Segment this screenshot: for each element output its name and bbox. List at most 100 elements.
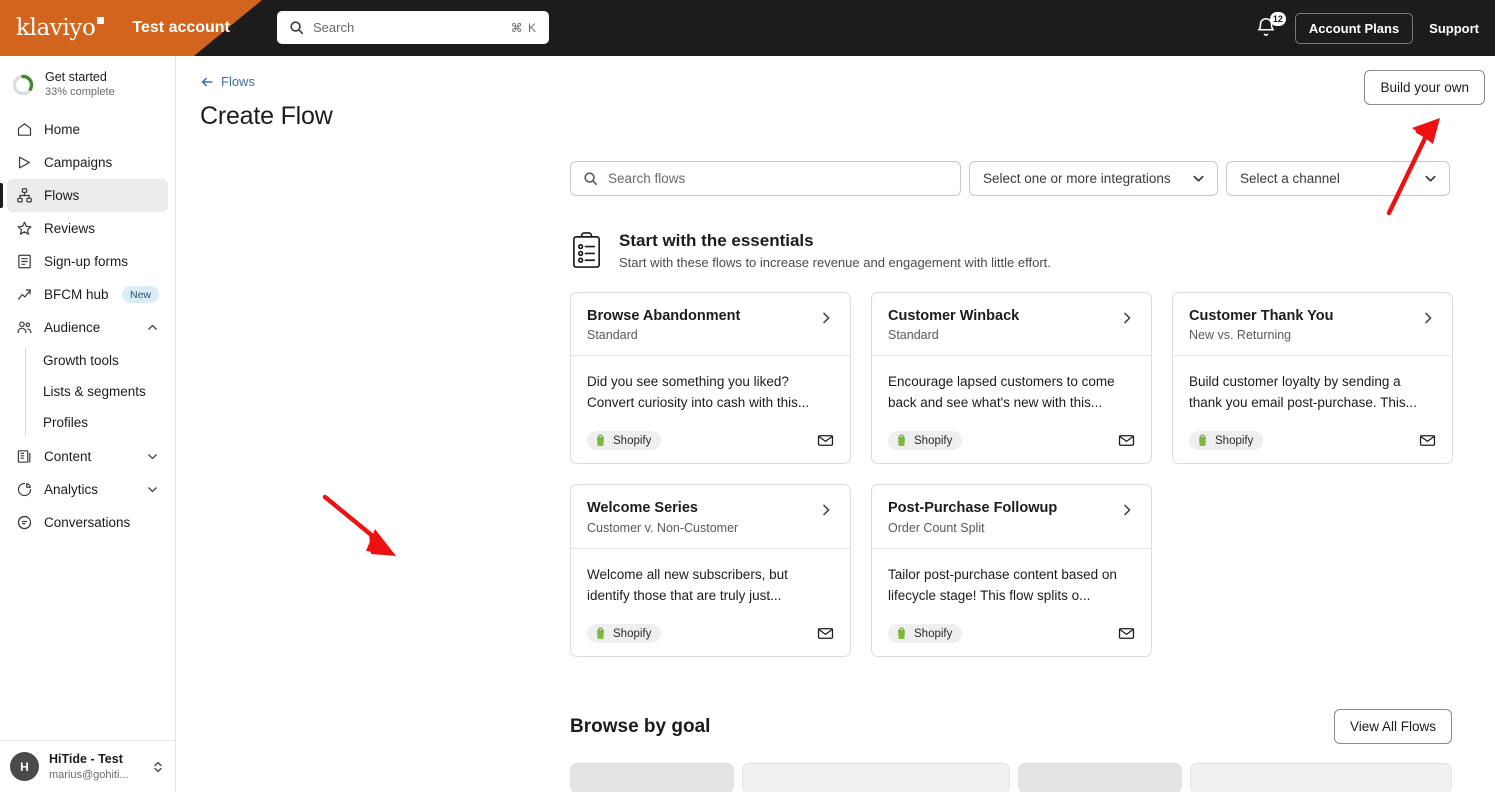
sidebar-item-label: Home — [44, 122, 81, 138]
sidebar-item-label: Flows — [44, 188, 80, 204]
sidebar-item-label: Reviews — [44, 221, 96, 237]
flow-template-card[interactable]: Browse Abandonment Standard Did you see … — [570, 291, 851, 465]
sidebar-item-lists-segments[interactable]: Lists & segments — [32, 376, 168, 407]
integration-badge: Shopify — [1189, 431, 1264, 451]
card-subtitle: New vs. Returning — [1189, 327, 1292, 342]
flow-template-card[interactable]: Customer Thank You New vs. Returning Bui… — [1172, 291, 1453, 465]
subnav-item-label: Profiles — [43, 415, 89, 431]
flow-template-card[interactable]: Post-Purchase Followup Order Count Split… — [871, 484, 1152, 658]
card-subtitle: Standard — [587, 327, 638, 342]
integrations-select[interactable]: Select one or more integrations — [969, 160, 1218, 196]
chevron-right-icon[interactable] — [818, 502, 834, 518]
sidebar-item-bfcm-hub[interactable]: BFCM hub New — [7, 278, 168, 311]
content-icon — [16, 448, 33, 465]
envelope-icon — [1118, 435, 1135, 447]
shopify-bag-icon — [897, 627, 906, 640]
card-description: Encourage lapsed customers to come back … — [888, 373, 1115, 410]
notifications-button[interactable]: 12 — [1255, 12, 1286, 40]
essentials-section-header: Start with the essentials Start with the… — [570, 231, 1452, 270]
card-header: Post-Purchase Followup Order Count Split — [872, 485, 1151, 549]
avatar: H — [10, 752, 39, 782]
view-all-flows-button[interactable]: View All Flows — [1333, 709, 1452, 745]
card-description: Build customer loyalty by sending a than… — [1189, 373, 1417, 410]
card-body: Tailor post-purchase content based on li… — [872, 549, 1151, 657]
klaviyo-logo[interactable]: klaviyo — [16, 15, 105, 41]
integration-badge: Shopify — [888, 431, 963, 451]
card-subtitle: Standard — [888, 327, 939, 342]
build-your-own-button[interactable]: Build your own — [1364, 70, 1485, 105]
subnav-item-label: Growth tools — [43, 353, 119, 369]
envelope-icon — [1419, 435, 1436, 447]
integration-name: Shopify — [914, 434, 953, 447]
sidebar-item-reviews[interactable]: Reviews — [7, 212, 168, 245]
sidebar-item-label: Analytics — [44, 482, 99, 498]
page-header: Flows Create Flow Build your own — [176, 56, 1495, 131]
chevron-up-icon — [148, 325, 157, 331]
breadcrumb-back-to-flows[interactable]: Flows — [200, 74, 255, 89]
support-link[interactable]: Support — [1429, 21, 1479, 36]
sidebar-item-campaigns[interactable]: Campaigns — [7, 146, 168, 179]
card-footer: Shopify — [587, 431, 834, 451]
card-footer: Shopify — [587, 624, 834, 644]
integration-name: Shopify — [914, 627, 953, 640]
sidebar-item-home[interactable]: Home — [7, 113, 168, 146]
card-body: Build customer loyalty by sending a than… — [1173, 356, 1452, 464]
breadcrumb-label: Flows — [221, 74, 255, 89]
get-started-progress-label: 33% complete — [45, 85, 115, 98]
sidebar-item-analytics[interactable]: Analytics — [7, 473, 168, 506]
account-name-label: Test account — [132, 19, 230, 36]
card-description: Welcome all new subscribers, but identif… — [587, 566, 788, 603]
browse-by-goal-title: Browse by goal — [570, 715, 711, 737]
sidebar-nav-list: Home Campaigns Flows Reviews Sign-up for… — [0, 111, 175, 539]
card-description: Did you see something you liked? Convert… — [587, 373, 810, 410]
shopify-bag-icon — [1198, 434, 1207, 447]
chevron-down-icon — [148, 454, 157, 460]
integrations-select-label: Select one or more integrations — [983, 170, 1171, 186]
chevron-right-icon[interactable] — [1420, 310, 1436, 326]
envelope-icon — [817, 435, 834, 447]
sidebar-item-signup-forms[interactable]: Sign-up forms — [7, 245, 168, 278]
get-started-widget[interactable]: Get started 33% complete — [0, 56, 175, 111]
card-title: Customer Thank You — [1189, 307, 1334, 324]
sidebar-item-conversations[interactable]: Conversations — [7, 506, 168, 539]
sidebar-item-flows[interactable]: Flows — [0, 179, 168, 213]
sidebar-item-audience[interactable]: Audience — [7, 311, 168, 344]
envelope-icon — [1118, 628, 1135, 640]
search-icon — [290, 21, 304, 35]
search-flows-input[interactable]: Search flows — [570, 160, 961, 196]
klaviyo-square-mark-icon — [97, 17, 105, 24]
card-header: Customer Thank You New vs. Returning — [1173, 293, 1452, 356]
user-name-label: HiTide - Test — [49, 752, 123, 767]
form-icon — [16, 253, 33, 270]
chevron-right-icon[interactable] — [818, 310, 834, 326]
main-content-area: Flows Create Flow Build your own Search … — [176, 56, 1495, 792]
flows-icon — [16, 187, 33, 204]
card-footer: Shopify — [888, 431, 1135, 451]
audience-subnav: Growth tools Lists & segments Profiles — [7, 345, 168, 438]
sidebar-item-profiles[interactable]: Profiles — [32, 407, 168, 438]
flow-template-card[interactable]: Customer Winback Standard Encourage laps… — [871, 291, 1152, 465]
goal-card[interactable] — [570, 763, 734, 792]
goal-card[interactable] — [1018, 763, 1182, 792]
flow-template-card[interactable]: Welcome Series Customer v. Non-Customer … — [570, 484, 851, 658]
progress-ring-icon — [12, 74, 34, 95]
global-search-input[interactable]: Search ⌘ K — [277, 11, 549, 44]
goal-card[interactable] — [1190, 763, 1452, 792]
subnav-item-label: Lists & segments — [43, 384, 146, 400]
pie-chart-icon — [16, 481, 33, 498]
chevron-down-icon — [1193, 175, 1204, 182]
account-plans-button[interactable]: Account Plans — [1294, 12, 1414, 44]
account-switcher[interactable]: H HiTide - Test marius@gohiti... — [0, 740, 175, 792]
card-footer: Shopify — [888, 624, 1135, 644]
chevron-right-icon[interactable] — [1119, 502, 1135, 518]
card-title: Browse Abandonment — [587, 307, 741, 324]
chevron-right-icon[interactable] — [1119, 310, 1135, 326]
top-navigation-bar: klaviyo Test account Search ⌘ K 12 Accou… — [0, 0, 1495, 56]
notification-count-badge: 12 — [1269, 12, 1286, 26]
card-header: Welcome Series Customer v. Non-Customer — [571, 485, 850, 549]
sidebar-item-growth-tools[interactable]: Growth tools — [32, 345, 168, 376]
integration-name: Shopify — [1215, 434, 1254, 447]
goal-card[interactable] — [742, 763, 1010, 792]
sidebar-item-content[interactable]: Content — [7, 440, 168, 473]
channel-select[interactable]: Select a channel — [1226, 160, 1450, 196]
